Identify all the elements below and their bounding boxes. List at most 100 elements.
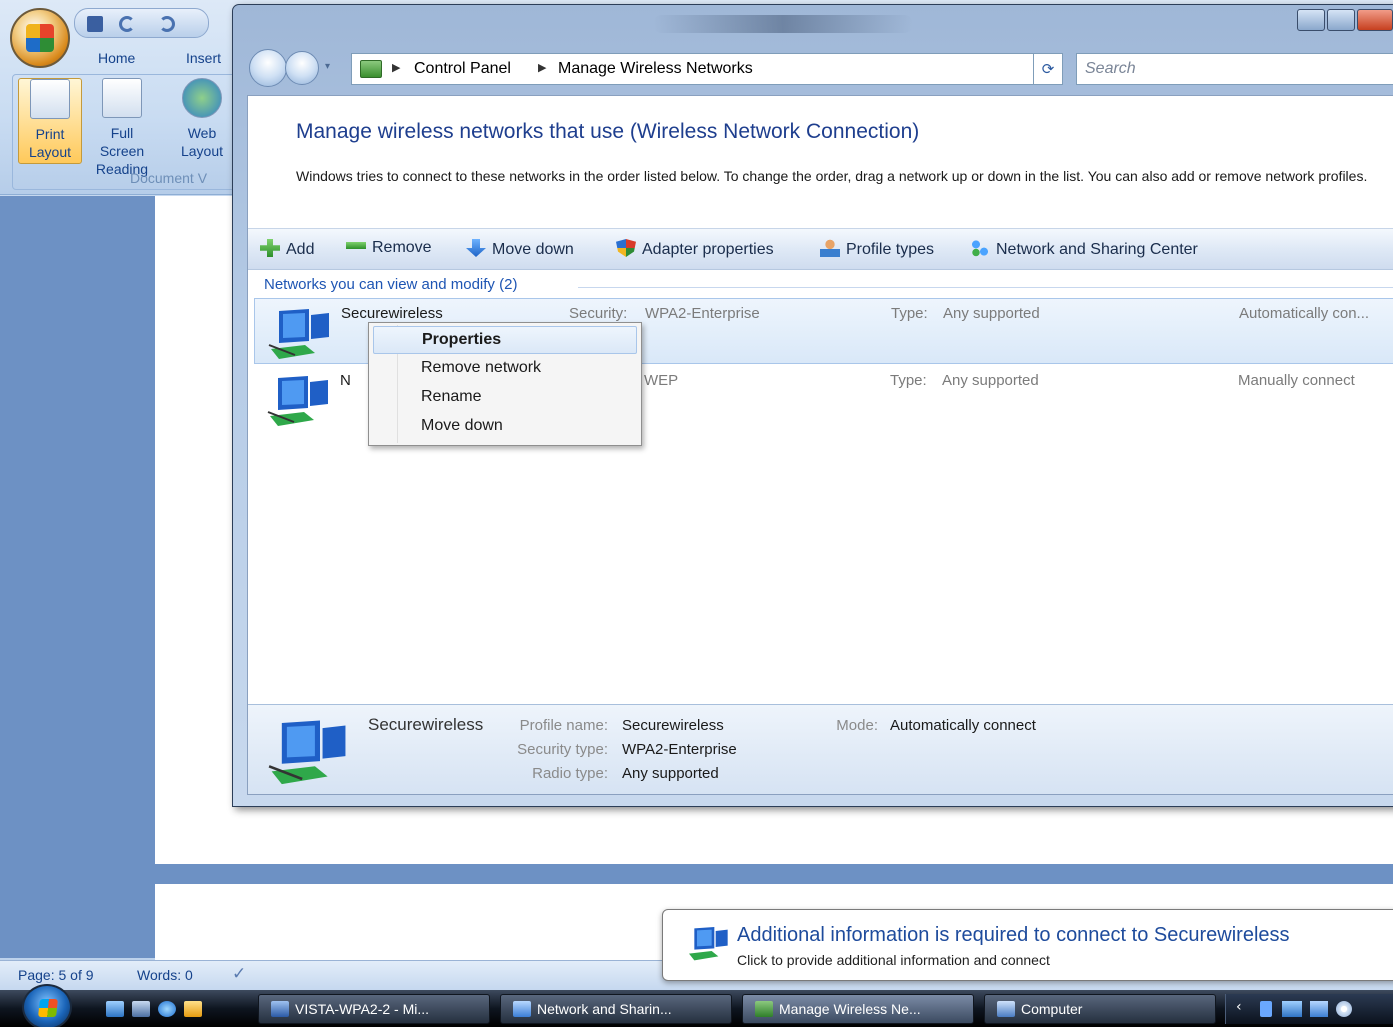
- internet-explorer-icon[interactable]: [158, 1001, 176, 1017]
- type-label: Type:: [891, 305, 928, 322]
- type-value: Any supported: [943, 305, 1040, 322]
- wireless-network-icon: [689, 927, 728, 961]
- minimize-button[interactable]: [1297, 9, 1325, 31]
- page-title: Manage wireless networks that use (Wirel…: [296, 120, 920, 143]
- address-bar[interactable]: ▶ Control Panel ▶ Manage Wireless Networ…: [351, 53, 1056, 85]
- connection-mode: Manually connect: [1238, 372, 1355, 389]
- command-bar: Add Remove Move down Adapter properties …: [248, 228, 1393, 270]
- profile-types-button[interactable]: Profile types: [820, 239, 934, 259]
- search-input[interactable]: Search: [1076, 53, 1393, 85]
- wireless-network-icon: [267, 376, 328, 426]
- taskbar-button-computer[interactable]: Computer: [984, 994, 1216, 1024]
- full-screen-reading-button[interactable]: Full Screen Reading: [90, 78, 154, 178]
- profile-name-value: Securewireless: [622, 717, 724, 734]
- network-icon: [513, 1001, 531, 1017]
- window-title: [653, 15, 913, 33]
- redo-icon[interactable]: [159, 16, 175, 32]
- chevron-left-icon[interactable]: ‹: [1236, 999, 1242, 1015]
- print-layout-icon: [30, 79, 70, 119]
- taskbar-button-network-sharing[interactable]: Network and Sharin...: [500, 994, 732, 1024]
- mode-value: Automatically connect: [890, 717, 1036, 734]
- content-pane: Manage wireless networks that use (Wirel…: [247, 95, 1393, 795]
- chevron-right-icon[interactable]: ▶: [392, 61, 400, 74]
- word-icon: [271, 1001, 289, 1017]
- group-header[interactable]: Networks you can view and modify (2): [264, 276, 517, 293]
- word-count[interactable]: Words: 0: [137, 967, 193, 983]
- recent-pages-dropdown[interactable]: ▾: [325, 61, 337, 73]
- full-screen-reading-icon: [102, 78, 142, 118]
- window-controls: [1297, 9, 1393, 31]
- adapter-properties-button[interactable]: Adapter properties: [616, 239, 774, 259]
- breadcrumb-manage-wireless[interactable]: Manage Wireless Networks: [558, 60, 753, 78]
- web-layout-icon: [182, 78, 222, 118]
- connection-mode: Automatically con...: [1239, 305, 1370, 322]
- page-count[interactable]: Page: 5 of 9: [18, 967, 94, 983]
- start-button[interactable]: [22, 984, 72, 1027]
- save-icon[interactable]: [87, 16, 103, 32]
- radio-type-label: Radio type:: [532, 765, 608, 782]
- ribbon-group-label: Document V: [130, 170, 208, 186]
- quick-access-toolbar: [74, 8, 209, 38]
- bluetooth-icon[interactable]: [1260, 1001, 1272, 1017]
- proofing-icon[interactable]: ✓: [232, 964, 246, 984]
- security-label: Security:: [569, 305, 628, 322]
- security-type-label: Security type:: [517, 741, 608, 758]
- context-menu: Properties Remove network Rename Move do…: [368, 322, 642, 446]
- security-value: WPA2-Enterprise: [645, 305, 760, 322]
- print-layout-button[interactable]: Print Layout: [18, 78, 82, 164]
- refresh-button[interactable]: ⟳: [1033, 53, 1063, 85]
- switch-windows-icon[interactable]: [132, 1001, 150, 1017]
- maximize-button[interactable]: [1327, 9, 1355, 31]
- manage-wireless-networks-window: ▾ ▶ Control Panel ▶ Manage Wireless Netw…: [232, 4, 1393, 807]
- taskbar: VISTA-WPA2-2 - Mi... Network and Sharin.…: [0, 984, 1393, 1027]
- mode-label: Mode:: [836, 717, 878, 734]
- group-divider: [578, 287, 1393, 288]
- taskbar-button-word[interactable]: VISTA-WPA2-2 - Mi...: [258, 994, 490, 1024]
- radio-type-value: Any supported: [622, 765, 719, 782]
- office-button[interactable]: [10, 8, 70, 68]
- network-name: N: [340, 372, 351, 389]
- taskbar-button-manage-wireless[interactable]: Manage Wireless Ne...: [742, 994, 974, 1024]
- add-button[interactable]: Add: [260, 239, 314, 259]
- breadcrumb-control-panel[interactable]: Control Panel: [414, 60, 511, 78]
- network-sharing-center-button[interactable]: Network and Sharing Center: [970, 239, 1198, 259]
- page-description: Windows tries to connect to these networ…: [296, 168, 1368, 184]
- arrow-down-icon: [466, 239, 486, 257]
- menu-item-rename[interactable]: Rename: [373, 384, 637, 412]
- wireless-status-icon[interactable]: [1310, 1001, 1328, 1017]
- type-label: Type:: [890, 372, 927, 389]
- menu-item-move-down[interactable]: Move down: [373, 413, 637, 441]
- wireless-network-icon: [268, 309, 329, 359]
- security-value: WEP: [644, 372, 679, 389]
- computer-icon: [997, 1001, 1015, 1017]
- security-center-icon[interactable]: [1336, 1001, 1352, 1017]
- security-type-value: WPA2-Enterprise: [622, 741, 737, 758]
- notification-text: Click to provide additional information …: [737, 952, 1050, 968]
- close-button[interactable]: [1357, 9, 1393, 31]
- plus-icon: [260, 239, 280, 257]
- menu-item-remove-network[interactable]: Remove network: [373, 355, 637, 383]
- profile-name-label: Profile name:: [519, 717, 608, 734]
- details-pane: Securewireless Profile name: Securewirel…: [248, 704, 1393, 794]
- minus-icon: [346, 242, 366, 249]
- web-layout-button[interactable]: Web Layout: [172, 78, 232, 160]
- chevron-right-icon[interactable]: ▶: [538, 61, 546, 74]
- network-name: Securewireless: [341, 305, 443, 322]
- tab-home[interactable]: Home: [98, 50, 135, 66]
- remove-button[interactable]: Remove: [346, 239, 432, 257]
- notification-balloon[interactable]: Additional information is required to co…: [662, 909, 1393, 981]
- type-value: Any supported: [942, 372, 1039, 389]
- move-down-button[interactable]: Move down: [466, 239, 574, 259]
- menu-item-properties[interactable]: Properties: [373, 326, 637, 354]
- back-button[interactable]: [249, 49, 287, 87]
- forward-button[interactable]: [285, 51, 319, 85]
- wireless-network-icon: [755, 1001, 773, 1017]
- network-status-icon[interactable]: [1282, 1001, 1302, 1017]
- media-player-icon[interactable]: [184, 1001, 202, 1017]
- show-desktop-icon[interactable]: [106, 1001, 124, 1017]
- tab-insert[interactable]: Insert: [186, 50, 221, 66]
- network-icon: [970, 239, 990, 257]
- control-panel-icon: [360, 60, 382, 78]
- undo-icon[interactable]: [119, 16, 135, 32]
- shield-icon: [616, 239, 636, 257]
